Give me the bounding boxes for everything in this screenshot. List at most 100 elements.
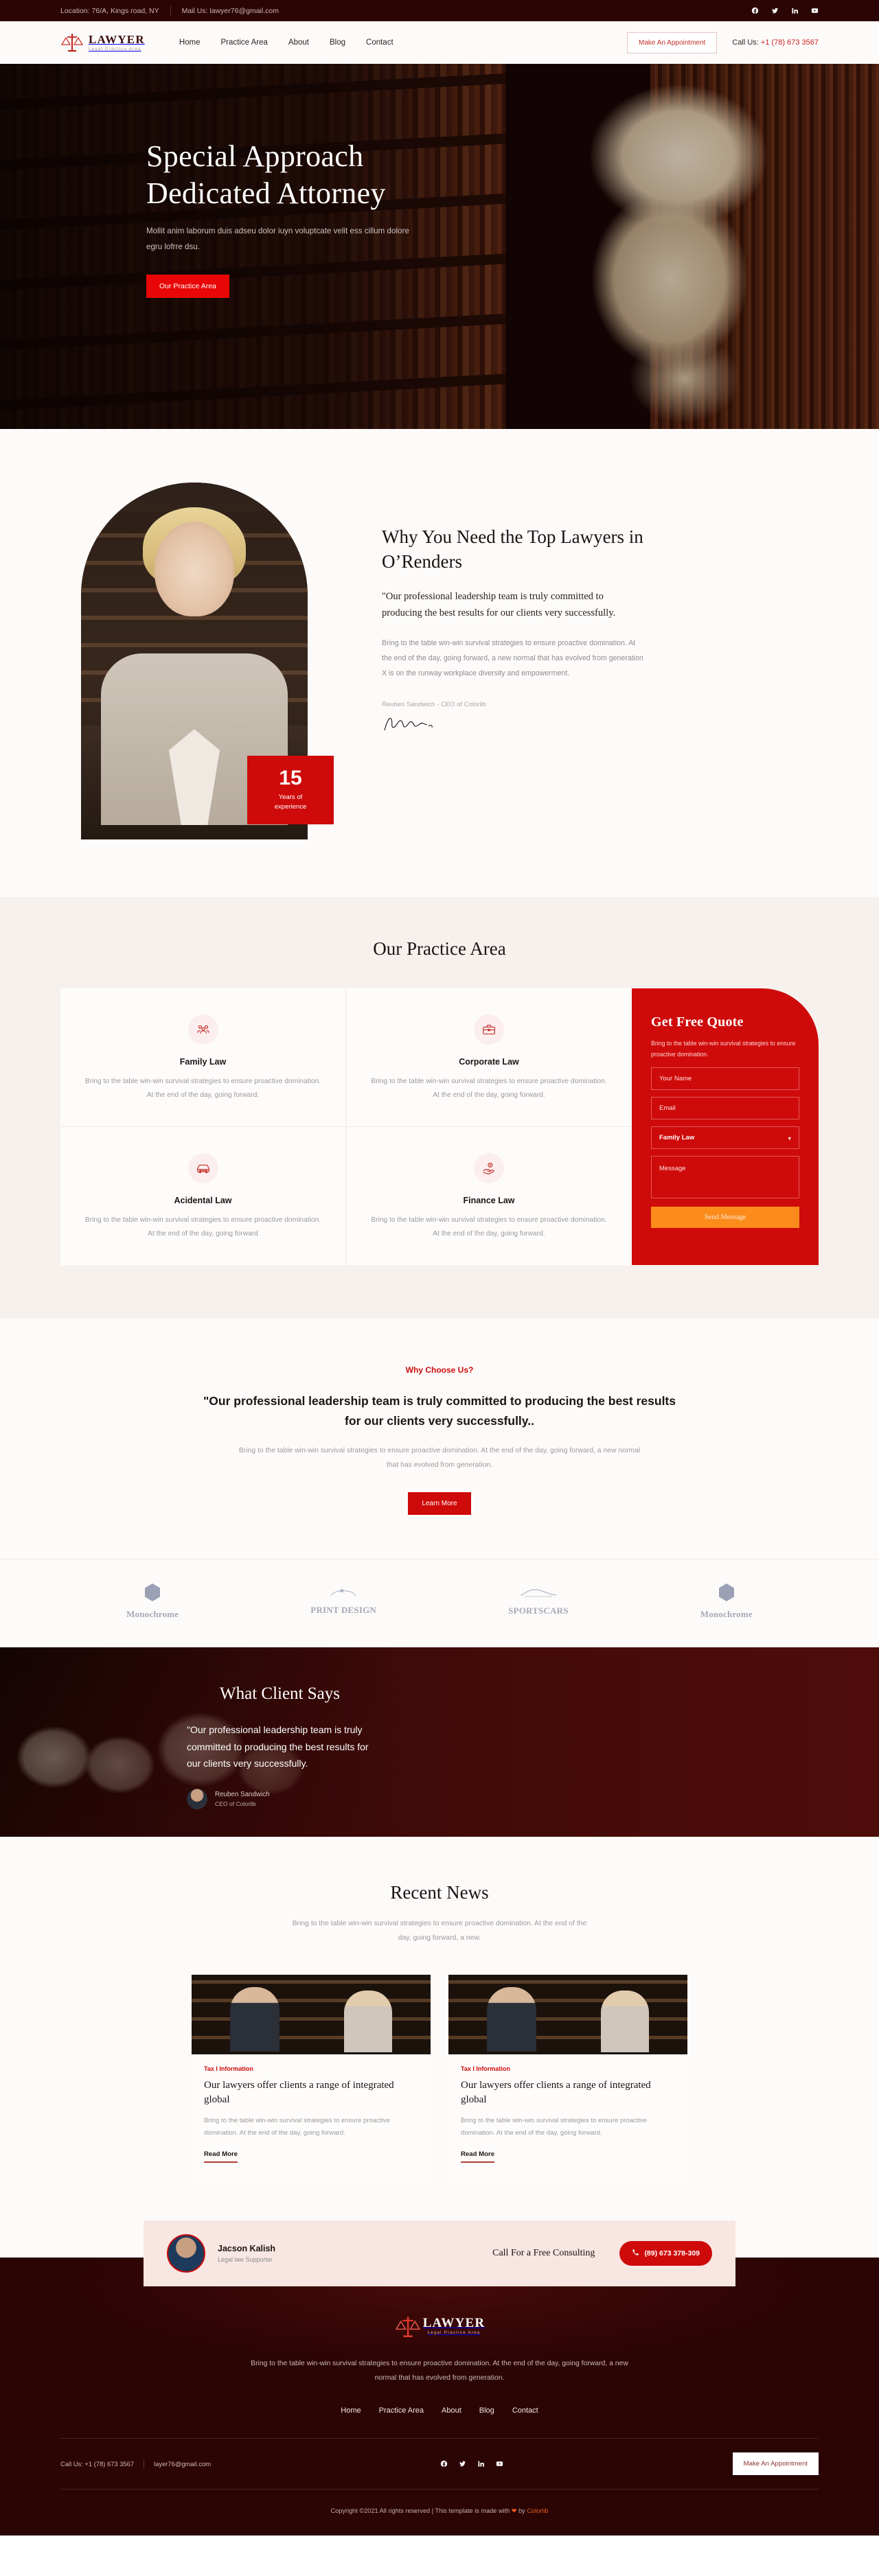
nav-item-contact[interactable]: Contact (366, 38, 393, 47)
hexagon-icon (144, 1583, 161, 1605)
news-thumbnail-image (448, 1974, 687, 2054)
twitter-icon[interactable] (459, 2460, 466, 2468)
header-call-us: Call Us: +1 (78) 673 3567 (732, 38, 819, 47)
footer-nav-practice-area[interactable]: Practice Area (379, 2406, 424, 2415)
quote-message-textarea[interactable] (651, 1155, 799, 1198)
about-text: Why You Need the Top Lawyers in O’Render… (349, 483, 644, 839)
avatar (187, 1788, 207, 1809)
about-figure: 15 Years of experience (81, 483, 349, 839)
consulting-cta-bar: Jacson Kalish Legal law Supporter Call F… (144, 2220, 735, 2287)
quote-form-subtitle: Bring to the table win-win survival stra… (651, 1040, 796, 1058)
recent-news-section: Recent News Bring to the table win-win s… (0, 1837, 879, 2181)
news-card[interactable]: Tax I Information Our lawyers offer clie… (192, 1974, 431, 2181)
practice-card-finance-law[interactable]: Finance Law Bring to the table win-win s… (346, 1127, 632, 1265)
phone-icon (632, 2249, 639, 2258)
experience-label-line2: experience (274, 803, 307, 811)
practice-area-title: Our Practice Area (373, 938, 506, 959)
practice-area-section: Our Practice Area Family Law Bring to th… (0, 897, 879, 1319)
news-tag[interactable]: Tax I Information (204, 2065, 418, 2072)
brand-name: PRINT DESIGN (310, 1605, 377, 1615)
practice-card-text: Bring to the table win-win survival stra… (84, 1216, 321, 1238)
logo-tagline: Legal Practice Area (89, 47, 141, 51)
copyright-text: Copyright ©2021 All rights reserved | Th… (330, 2507, 512, 2514)
footer-contact-bar: Call Us: +1 (78) 673 3567 layer76@gmail.… (60, 2437, 819, 2490)
quote-name-input[interactable] (651, 1067, 799, 1090)
nav-item-home[interactable]: Home (179, 38, 201, 47)
linkedin-icon[interactable] (791, 7, 799, 14)
footer-nav-home[interactable]: Home (341, 2406, 361, 2415)
hero-cta-button[interactable]: Our Practice Area (146, 274, 229, 298)
practice-card-title: Finance Law (463, 1195, 515, 1205)
footer-description: Bring to the table win-win survival stra… (251, 2360, 628, 2382)
about-section: 15 Years of experience Why You Need the … (0, 429, 879, 897)
why-choose-us-section: Why Choose Us? "Our professional leaders… (0, 1318, 879, 1559)
testimonial-section: What Client Says "Our professional leade… (0, 1647, 879, 1837)
footer-nav: Home Practice Area About Blog Contact (60, 2406, 819, 2415)
experience-badge: 15 Years of experience (247, 756, 334, 824)
news-tag[interactable]: Tax I Information (461, 2065, 675, 2072)
topbar-location: Location: 76/A, Kings road, NY (60, 6, 159, 15)
quote-email-input[interactable] (651, 1096, 799, 1119)
news-card-title: Our lawyers offer clients a range of int… (461, 2079, 651, 2105)
brand-name: Monochrome (700, 1609, 753, 1619)
hexagon-icon (718, 1583, 735, 1605)
learn-more-button[interactable]: Learn More (408, 1492, 471, 1515)
footer-call-label[interactable]: Call Us: +1 (78) 673 3567 (60, 2460, 134, 2468)
practice-card-corporate-law[interactable]: Corporate Law Bring to the table win-win… (346, 988, 632, 1127)
practice-card-text: Bring to the table win-win survival stra… (371, 1078, 607, 1100)
news-card[interactable]: Tax I Information Our lawyers offer clie… (448, 1974, 687, 2181)
cta-phone-button[interactable]: (89) 673 378-309 (619, 2241, 712, 2266)
facebook-icon[interactable] (751, 7, 759, 14)
footer-logo[interactable]: LAWYER Legal Practice Area (394, 2315, 486, 2337)
print-design-icon (330, 1588, 357, 1601)
quote-practice-select[interactable]: Family Law (651, 1126, 799, 1149)
briefcase-icon (474, 1014, 504, 1045)
linkedin-icon[interactable] (477, 2460, 485, 2468)
colorlib-link[interactable]: Colorlib (527, 2507, 548, 2514)
read-more-link[interactable]: Read More (204, 2150, 238, 2163)
read-more-link[interactable]: Read More (461, 2150, 495, 2163)
brand-logo-print-design: PRINT DESIGN (310, 1587, 376, 1616)
twitter-icon[interactable] (771, 7, 779, 14)
make-appointment-button[interactable]: Make An Appointment (627, 32, 718, 54)
brand-logo-monochrome-1: Monochrome (126, 1583, 179, 1620)
scales-of-justice-icon (60, 32, 84, 53)
copyright-by: by (516, 2507, 527, 2514)
facebook-icon[interactable] (440, 2460, 448, 2468)
cta-call-text: Call For a Free Consulting (492, 2248, 595, 2259)
practice-card-acidental-law[interactable]: Acidental Law Bring to the table win-win… (60, 1126, 346, 1265)
experience-years: 15 (279, 766, 302, 789)
testimonial-quote: "Our professional leadership team is tru… (187, 1724, 369, 1769)
cta-phone-number: (89) 673 378-309 (644, 2249, 700, 2258)
practice-card-family-law[interactable]: Family Law Bring to the table win-win su… (60, 988, 346, 1127)
footer-socials (440, 2460, 503, 2468)
logo-title: LAWYER (89, 33, 145, 46)
nav-item-blog[interactable]: Blog (330, 38, 345, 47)
hand-coin-icon (474, 1152, 504, 1183)
youtube-icon[interactable] (496, 2460, 503, 2468)
topbar-mail: Mail Us: lawyer76@gmail.com (181, 6, 279, 15)
footer-email[interactable]: layer76@gmail.com (154, 2460, 211, 2468)
hero-title-line2: Dedicated Attorney (146, 176, 386, 210)
nav-item-practice-area[interactable]: Practice Area (221, 38, 268, 47)
footer-nav-about[interactable]: About (442, 2406, 461, 2415)
car-icon (187, 1152, 218, 1183)
news-card-text: Bring to the table win-win survival stra… (204, 2116, 390, 2137)
cta-person-name: Jacson Kalish (218, 2244, 276, 2254)
news-card-text: Bring to the table win-win survival stra… (461, 2116, 647, 2137)
nav-item-about[interactable]: About (288, 38, 309, 47)
site-logo[interactable]: LAWYER Legal Practice Area (60, 32, 145, 53)
send-message-button[interactable]: Send Message (651, 1206, 799, 1228)
footer-make-appointment-button[interactable]: Make An Appointment (732, 2452, 819, 2475)
hero-subtitle: Mollit anim laborum duis adseu dolor iuy… (146, 227, 409, 251)
testimonial-role: CEO of Colorlib (215, 1800, 256, 1807)
footer-logo-tagline: Legal Practice Area (427, 2330, 481, 2335)
footer-nav-blog[interactable]: Blog (479, 2406, 494, 2415)
news-thumbnail-image (192, 1974, 431, 2054)
youtube-icon[interactable] (811, 7, 819, 14)
brand-logo-sportscars: SPORTSCARS (508, 1586, 569, 1616)
footer-nav-contact[interactable]: Contact (512, 2406, 538, 2415)
call-us-number[interactable]: +1 (78) 673 3567 (761, 38, 819, 47)
practice-card-text: Bring to the table win-win survival stra… (84, 1078, 321, 1100)
hero-title: Special Approach Dedicated Attorney (146, 138, 481, 211)
